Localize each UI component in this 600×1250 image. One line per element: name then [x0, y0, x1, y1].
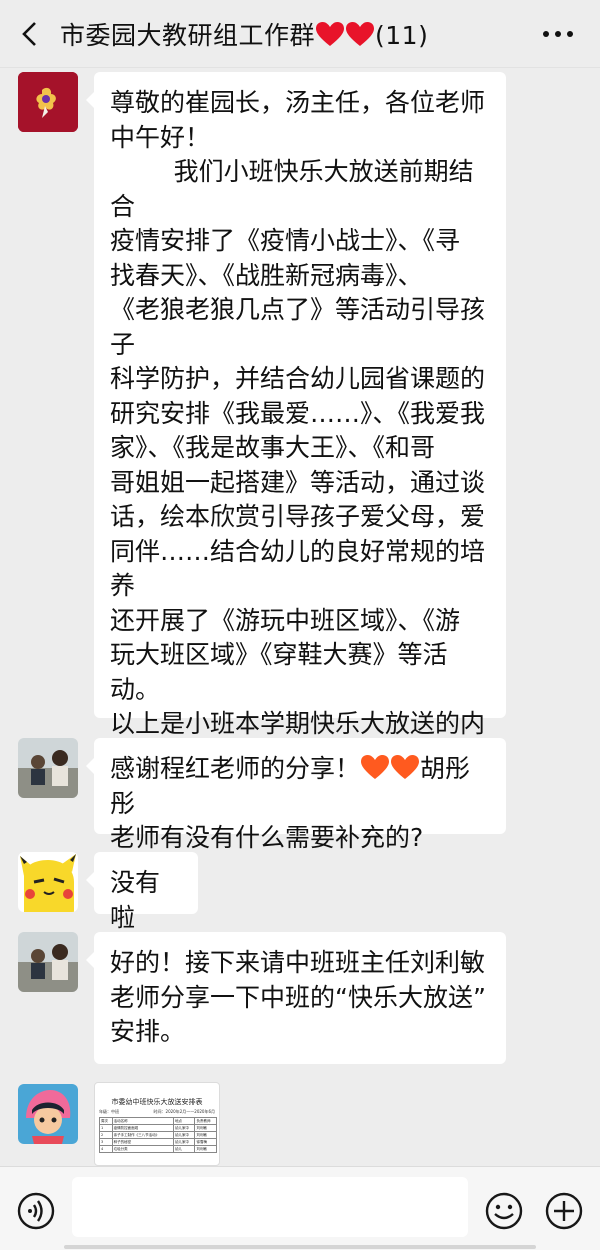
table-cell: 幼儿家中	[172, 1138, 196, 1146]
table-header-row: 周次 活动名称 地点 负责教师	[99, 1117, 217, 1125]
red-heart-icon	[316, 21, 345, 46]
table-cell: 3	[99, 1138, 113, 1146]
message-line: 好的！接下来请中班班主任刘利敏	[110, 948, 486, 977]
table-cell: 垃圾分类	[111, 1145, 174, 1153]
children-photo-avatar[interactable]	[18, 738, 78, 798]
plus-icon	[545, 1192, 583, 1230]
table-cell: 1	[99, 1124, 113, 1132]
document-grade: 年级：中班	[99, 1109, 119, 1114]
message-line: 话，绘本欣赏引导孩子爱父母，爱	[110, 502, 486, 531]
table-cell: 幼儿家中	[172, 1124, 196, 1132]
table-cell: 疫情防控面面观	[111, 1124, 174, 1132]
message-line: 家》、《我是故事大王》、《和哥	[110, 433, 436, 462]
home-indicator	[64, 1245, 536, 1249]
ellipsis-icon	[543, 31, 573, 37]
table-cell: 徐雪梅	[194, 1138, 217, 1146]
table-cell: 幼儿家中	[172, 1131, 196, 1139]
message-line: 我们小班快乐大放送前期结合	[110, 157, 474, 221]
document-preview[interactable]: 市委幼中班快乐大放送安排表 年级：中班 时间：2020年2月——2020年6月 …	[94, 1082, 220, 1166]
message-line: 研究安排《我最爱……》、《我爱我	[110, 398, 486, 428]
more-functions-button[interactable]	[544, 1191, 584, 1231]
member-count: (11)	[375, 20, 429, 50]
table-cell: 2	[99, 1131, 113, 1139]
table-row: 4 垃圾分类 幼儿 刘利敏	[99, 1145, 217, 1153]
message-line: 尊敬的崔园长，汤主任，各位老师	[110, 88, 486, 117]
red-heart-icon	[346, 21, 375, 46]
table-cell: 亲子手工制作《三八节活动》	[111, 1131, 174, 1139]
table-header-cell: 负责教师	[194, 1117, 217, 1125]
message-line: 安排。	[110, 1017, 186, 1046]
message-input[interactable]	[72, 1177, 468, 1237]
document-date-range: 时间：2020年2月——2020年6月	[153, 1109, 215, 1114]
red-flower-avatar[interactable]	[18, 72, 78, 132]
emoji-icon	[485, 1192, 523, 1230]
cartoon-girl-avatar[interactable]	[18, 1084, 78, 1144]
message-bubble[interactable]: 尊敬的崔园长，汤主任，各位老师 中午好！ 我们小班快乐大放送前期结合 疫情安排了…	[86, 72, 506, 807]
chevron-left-icon	[22, 21, 36, 46]
document-meta: 年级：中班 时间：2020年2月——2020年6月	[99, 1109, 215, 1115]
voice-icon	[17, 1192, 55, 1230]
group-name: 市委园大教研组工作群	[60, 20, 316, 50]
table-cell: 刘利敏	[194, 1145, 217, 1153]
message-line: 哥姐姐一起搭建》等活动，通过谈	[110, 467, 486, 497]
document-title: 市委幼中班快乐大放送安排表	[111, 1098, 203, 1106]
chat-title: 市委园大教研组工作群 (11)	[60, 16, 428, 52]
orange-heart-icon	[361, 755, 390, 779]
emoji-button[interactable]	[484, 1191, 524, 1231]
children-photo-avatar[interactable]	[18, 932, 78, 992]
message-line: 找春天》、《战胜新冠病毒》、	[110, 260, 423, 290]
message-text: 感谢程红老师的分享！	[110, 754, 361, 783]
back-button[interactable]	[0, 0, 60, 68]
table-row: 1 疫情防控面面观 幼儿家中 刘利敏	[99, 1124, 217, 1132]
message-line: 同伴……结合幼儿的良好常规的培养	[110, 536, 486, 601]
table-header-cell: 地点	[172, 1117, 196, 1125]
more-options-button[interactable]	[538, 18, 578, 50]
message-line: 老师分享一下中班的“快乐大放送”	[110, 982, 486, 1012]
table-cell: 幼儿	[172, 1145, 196, 1153]
document-table: 周次 活动名称 地点 负责教师 1 疫情防控面面观 幼儿家中 刘利敏 2 亲子手工制作《三八节活动…	[99, 1117, 217, 1153]
table-header-cell: 周次	[99, 1117, 113, 1125]
message-text: 老师有没有什么需要补充的?	[110, 823, 424, 852]
pikachu-avatar[interactable]	[18, 852, 78, 912]
message-line: 疫情安排了《疫情小战士》、《寻	[110, 226, 461, 255]
message-line: 科学防护，并结合幼儿园省课题的	[110, 364, 486, 393]
table-cell: 刘利敏	[194, 1131, 217, 1139]
message-text: 没有啦	[110, 868, 161, 932]
table-cell: 种子的秘密	[111, 1138, 174, 1146]
message-bubble[interactable]: 好的！接下来请中班班主任刘利敏 老师分享一下中班的“快乐大放送” 安排。	[86, 932, 506, 1064]
message-bubble[interactable]: 没有啦	[86, 852, 198, 932]
voice-button[interactable]	[16, 1191, 56, 1231]
table-cell: 4	[99, 1145, 113, 1153]
message-line: 《老狼老狼几点了》等活动引导孩子	[110, 295, 486, 359]
table-cell: 刘利敏	[194, 1124, 217, 1132]
input-bar	[0, 1166, 600, 1250]
table-header-cell: 活动名称	[111, 1117, 174, 1125]
table-row: 3 种子的秘密 幼儿家中 徐雪梅	[99, 1138, 217, 1146]
chat-header: 市委园大教研组工作群 (11)	[0, 0, 600, 68]
orange-heart-icon	[391, 755, 420, 779]
message-bubble[interactable]: 感谢程红老师的分享！ 胡彤彤 老师有没有什么需要补充的?	[86, 738, 506, 852]
table-row: 2 亲子手工制作《三八节活动》 幼儿家中 刘利敏	[99, 1131, 217, 1139]
message-line: 还开展了《游玩中班区域》、《游	[110, 605, 461, 635]
message-line: 中午好！	[110, 122, 211, 152]
message-line: 以上是小班本学期快乐大放送的内	[110, 709, 486, 738]
message-line: 玩大班区域》《穿鞋大赛》等活动。	[110, 640, 448, 704]
